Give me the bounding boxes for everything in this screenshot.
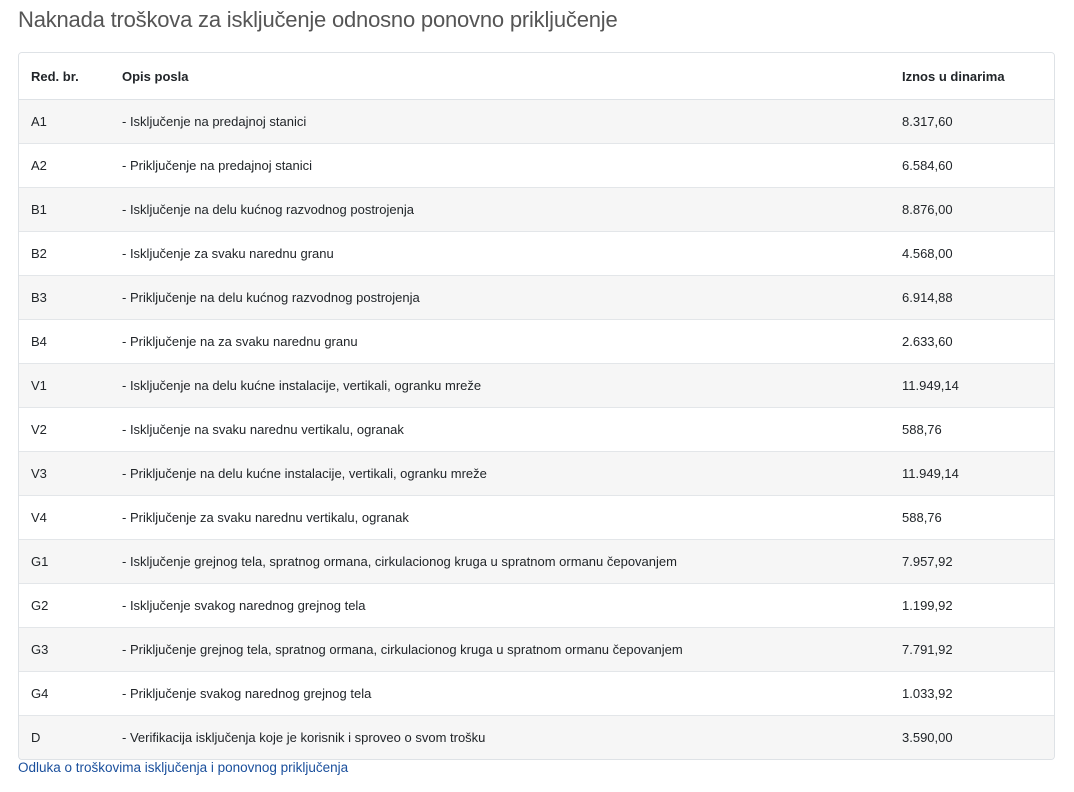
row-amount: 1.033,92: [902, 686, 953, 701]
row-amount: 2.633,60: [902, 334, 953, 349]
table-row: D - Verifikacija isključenja koje je kori…: [19, 715, 1054, 759]
row-code: V2: [31, 422, 47, 437]
row-description: - Verifikacija isključenja koje je koris…: [122, 730, 486, 745]
row-description: - Priključenje na predajnoj stanici: [122, 158, 313, 173]
table-header: Red. br. Opis posla Iznos u dinarima: [19, 53, 1054, 100]
table-row: G3 - Priključenje grejnog tela, spratnog …: [19, 627, 1054, 672]
fees-table: Red. br. Opis posla Iznos u dinarima A1 -…: [19, 53, 1054, 759]
row-description: - Isključenje na predajnoj stanici: [122, 114, 307, 129]
column-header-amount: Iznos u dinarima: [890, 53, 1054, 100]
row-code: G2: [31, 598, 49, 613]
row-code: B3: [31, 290, 47, 305]
table-row: G4 - Priključenje svakog narednog grejnog…: [19, 671, 1054, 716]
table-row: G1 - Isključenje grejnog tela, spratnog o…: [19, 539, 1054, 584]
row-amount: 588,76: [902, 422, 942, 437]
row-code: B2: [31, 246, 47, 261]
row-code: B4: [31, 334, 47, 349]
row-description: - Priključenje za svaku narednu vertikal…: [122, 510, 409, 525]
header-row: Red. br. Opis posla Iznos u dinarima: [19, 53, 1054, 100]
column-header-description: Opis posla: [110, 53, 890, 100]
row-description: - Priključenje svakog narednog grejnog t…: [122, 686, 372, 701]
table-row: B2 - Isključenje za svaku narednu granu 4.…: [19, 231, 1054, 276]
row-amount: 8.876,00: [902, 202, 953, 217]
page-title: Naknada troškova za isključenje odnosno …: [18, 7, 618, 32]
row-code: B1: [31, 202, 47, 217]
row-amount: 8.317,60: [902, 114, 953, 129]
row-description: - Priključenje na za svaku narednu granu: [122, 334, 358, 349]
table-row: V1 - Isključenje na delu kućne instalacij…: [19, 363, 1054, 408]
row-code: D: [31, 730, 41, 745]
row-description: - Isključenje na delu kućnog razvodnog p…: [122, 202, 414, 217]
table-row: A2 - Priključenje na predajnoj stanici 6.5…: [19, 143, 1054, 188]
table-row: B4 - Priključenje na za svaku narednu gra…: [19, 319, 1054, 364]
row-description: - Isključenje na svaku narednu vertikalu…: [122, 422, 404, 437]
row-description: - Isključenje grejnog tela, spratnog orm…: [122, 554, 677, 569]
row-amount: 3.590,00: [902, 730, 953, 745]
table-body: A1 - Isključenje na predajnoj stanici 8.31…: [19, 99, 1054, 759]
row-amount: 6.584,60: [902, 158, 953, 173]
row-description: - Isključenje svakog narednog grejnog te…: [122, 598, 366, 613]
table-row: B3 - Priključenje na delu kućnog razvodno…: [19, 275, 1054, 320]
row-description: - Priključenje na delu kućne instalacije…: [122, 466, 487, 481]
fees-table-container: Red. br. Opis posla Iznos u dinarima A1 -…: [18, 52, 1055, 760]
row-amount: 6.914,88: [902, 290, 953, 305]
decision-document-link[interactable]: Odluka o troškovima isključenja i ponovn…: [18, 760, 348, 775]
row-code: V4: [31, 510, 47, 525]
row-description: - Isključenje na delu kućne instalacije,…: [122, 378, 482, 393]
row-code: A1: [31, 114, 47, 129]
table-row: B1 - Isključenje na delu kućnog razvodnog…: [19, 187, 1054, 232]
row-amount: 7.791,92: [902, 642, 953, 657]
row-description: - Priključenje grejnog tela, spratnog or…: [122, 642, 683, 657]
row-amount: 1.199,92: [902, 598, 953, 613]
row-amount: 588,76: [902, 510, 942, 525]
row-code: G1: [31, 554, 49, 569]
table-row: V3 - Priključenje na delu kućne instalaci…: [19, 451, 1054, 496]
row-code: G4: [31, 686, 49, 701]
table-row: V2 - Isključenje na svaku narednu vertika…: [19, 407, 1054, 452]
table-row: A1 - Isključenje na predajnoj stanici 8.31…: [19, 99, 1054, 144]
column-header-code: Red. br.: [19, 53, 110, 100]
row-amount: 11.949,14: [902, 466, 959, 481]
row-description: - Priključenje na delu kućnog razvodnog …: [122, 290, 420, 305]
table-row: G2 - Isključenje svakog narednog grejnog …: [19, 583, 1054, 628]
table-row: V4 - Priključenje za svaku narednu vertik…: [19, 495, 1054, 540]
row-amount: 7.957,92: [902, 554, 953, 569]
row-description: - Isključenje za svaku narednu granu: [122, 246, 334, 261]
row-amount: 11.949,14: [902, 378, 959, 393]
page: Naknada troškova za isključenje odnosno …: [0, 0, 1074, 792]
row-code: G3: [31, 642, 49, 657]
row-code: A2: [31, 158, 47, 173]
row-code: V3: [31, 466, 47, 481]
row-amount: 4.568,00: [902, 246, 953, 261]
row-code: V1: [31, 378, 47, 393]
